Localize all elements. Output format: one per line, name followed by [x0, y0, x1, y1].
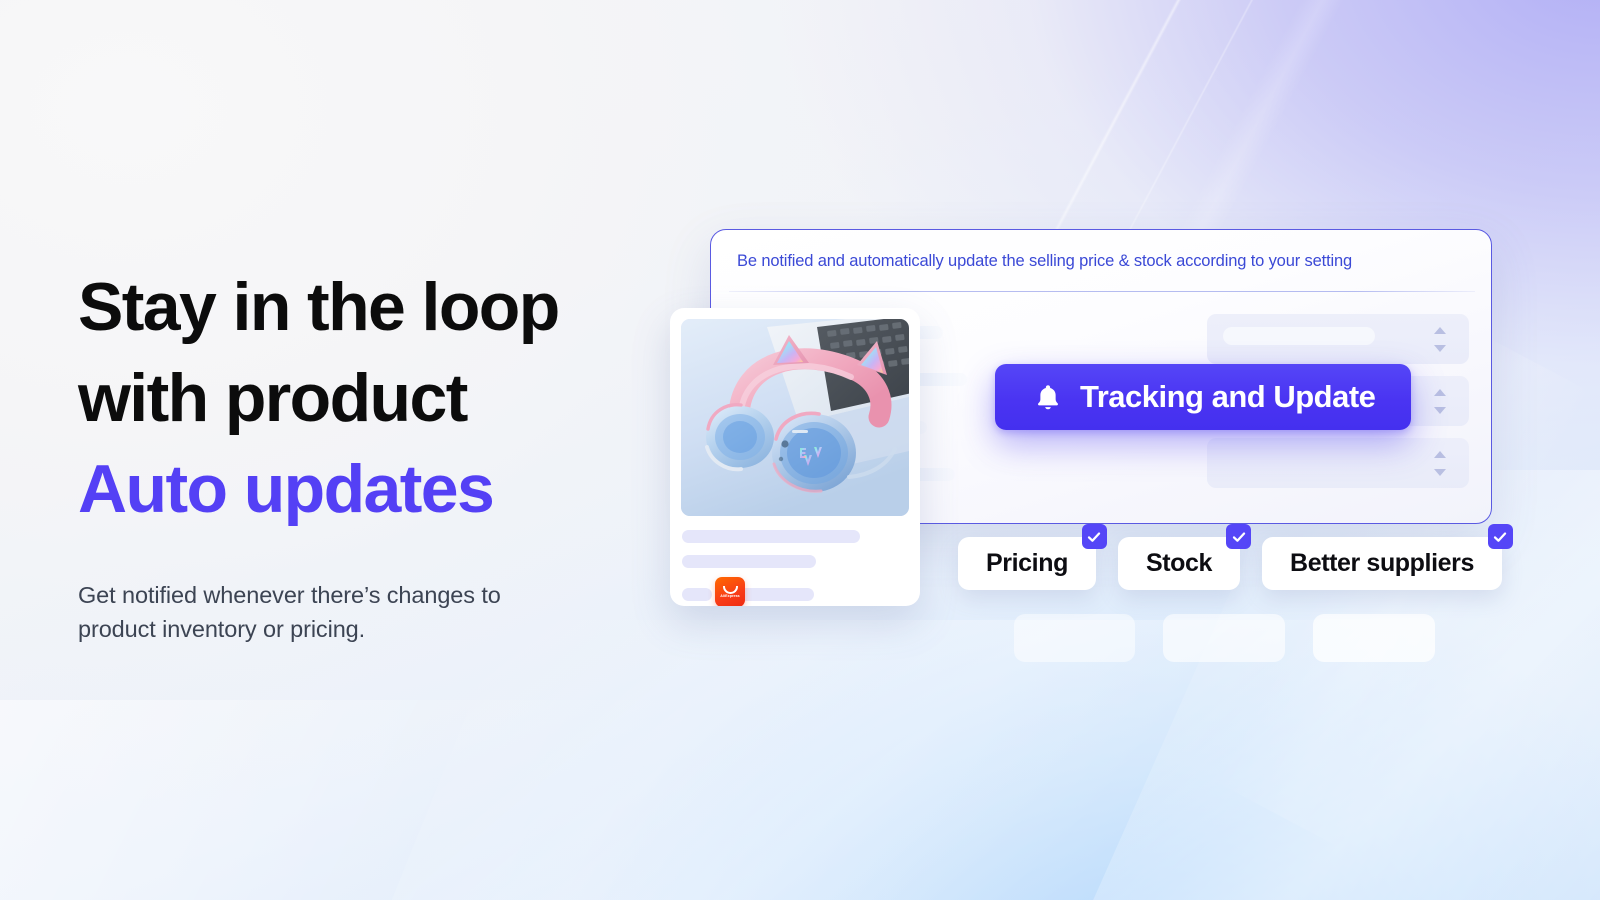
background-wedge-left	[0, 700, 692, 900]
checkbox-checked-icon[interactable]	[1226, 524, 1252, 549]
panel-divider	[729, 291, 1475, 292]
chip-better-suppliers[interactable]: Better suppliers	[1262, 524, 1513, 590]
chip-stock[interactable]: Stock	[1117, 524, 1252, 590]
checkbox-checked-icon[interactable]	[1081, 524, 1107, 549]
tracking-and-update-label: Tracking and Update	[1080, 379, 1376, 414]
headline-line-2: with product	[78, 360, 468, 436]
chevron-down-icon[interactable]	[1434, 407, 1446, 414]
product-footer-skeleton	[682, 588, 712, 601]
chevron-down-icon[interactable]	[1434, 345, 1446, 352]
chevron-down-icon[interactable]	[1434, 469, 1446, 476]
aliexpress-logo-icon: AliExpress	[715, 577, 745, 606]
background-ghost-chips	[1014, 614, 1435, 662]
product-footer-skeleton	[736, 588, 814, 601]
ghost-chip	[1014, 614, 1135, 662]
number-stepper-field[interactable]	[1207, 314, 1469, 364]
stepper-arrows[interactable]	[1433, 389, 1447, 414]
ghost-chip	[1313, 614, 1435, 662]
checkbox-checked-icon[interactable]	[1487, 524, 1513, 549]
hero-copy: Stay in the loop with product Auto updat…	[78, 262, 678, 646]
chip-pricing[interactable]: Pricing	[958, 524, 1107, 590]
chip-label: Pricing	[986, 549, 1068, 577]
chip-label: Stock	[1145, 549, 1213, 577]
headphones-photo-illustration	[681, 319, 909, 516]
headline-accent: Auto updates	[78, 451, 495, 527]
chip-label: Better suppliers	[1290, 549, 1474, 577]
aliexpress-smile-shape	[722, 585, 738, 594]
panel-note-text: Be notified and automatically update the…	[737, 252, 1353, 270]
product-tracking-illustration: Be notified and automatically update the…	[640, 180, 1540, 720]
ghost-chip	[1163, 614, 1285, 662]
hero-subcopy: Get notified whenever there’s changes to…	[78, 582, 501, 642]
product-image	[681, 319, 909, 516]
chevron-up-icon[interactable]	[1434, 389, 1446, 396]
product-title-skeleton	[682, 530, 860, 543]
tracking-option-chips: Pricing Stock Better suppliers	[958, 524, 1513, 590]
stepper-arrows[interactable]	[1433, 451, 1447, 476]
product-meta-skeleton	[682, 555, 816, 568]
chevron-up-icon[interactable]	[1434, 327, 1446, 334]
page-title: Stay in the loop with product Auto updat…	[78, 262, 678, 535]
chevron-up-icon[interactable]	[1434, 451, 1446, 458]
headline-line-1: Stay in the loop	[78, 269, 560, 345]
tracking-and-update-button[interactable]: Tracking and Update	[995, 364, 1411, 430]
stepper-arrows[interactable]	[1433, 327, 1447, 352]
number-stepper-field[interactable]	[1207, 438, 1469, 488]
aliexpress-wordmark: AliExpress	[720, 593, 740, 598]
stepper-field-value-placeholder	[1223, 327, 1375, 345]
bell-icon	[1033, 381, 1063, 413]
product-card[interactable]: AliExpress	[670, 308, 920, 606]
